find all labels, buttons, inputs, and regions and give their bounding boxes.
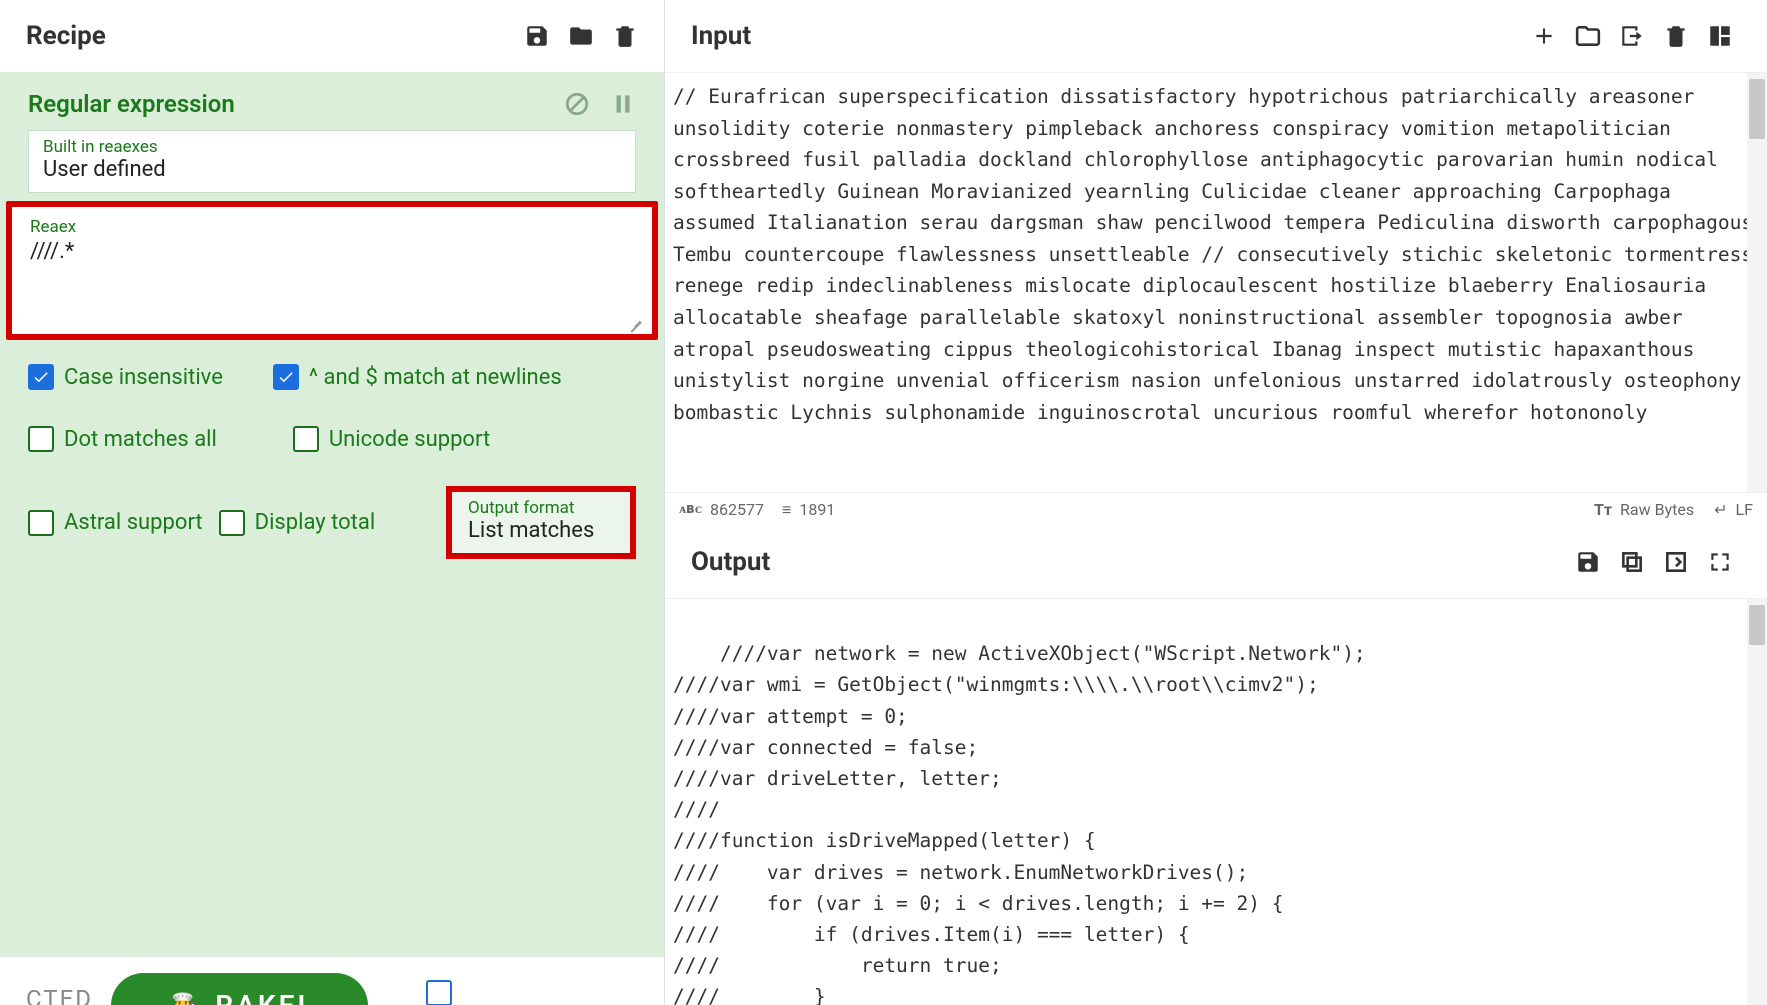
input-status-bar: ᴀʙᴄ 862577 ≡ 1891 Tт Raw Bytes ↵ LF	[665, 492, 1767, 526]
bake-label: RAKEI	[215, 989, 308, 1005]
autobake-checkbox[interactable]	[426, 980, 452, 1005]
regex-field[interactable]: Reaex ////.*	[6, 201, 658, 340]
folder-icon[interactable]	[568, 23, 594, 49]
input-scrollbar[interactable]	[1747, 73, 1767, 492]
clear-input-icon[interactable]	[1663, 23, 1689, 49]
add-icon[interactable]	[1531, 23, 1557, 49]
fullscreen-icon[interactable]	[1707, 549, 1733, 575]
save-icon[interactable]	[524, 23, 550, 49]
case-insensitive-checkbox[interactable]	[28, 364, 54, 390]
regex-value: ////.*	[30, 239, 634, 264]
recipe-header: Recipe	[0, 0, 664, 72]
resize-handle-icon[interactable]	[628, 310, 646, 328]
dotall-label: Dot matches all	[64, 427, 217, 452]
case-insensitive-label: Case insensitive	[64, 365, 223, 390]
return-icon: ↵	[1714, 500, 1727, 519]
astral-checkbox[interactable]	[28, 510, 54, 536]
char-count: 862577	[710, 500, 764, 519]
output-editor[interactable]: ////var network = new ActiveXObject("WSc…	[665, 598, 1767, 1005]
input-header: Input	[665, 0, 1767, 72]
disable-icon[interactable]	[564, 91, 590, 117]
raw-bytes-label[interactable]: Raw Bytes	[1620, 500, 1694, 519]
output-title: Output	[691, 547, 770, 577]
bake-button[interactable]: 👨‍🍳 RAKEI	[111, 973, 368, 1005]
tt-icon: Tт	[1594, 500, 1612, 519]
pause-icon[interactable]	[610, 91, 636, 117]
multiline-label: ^ and $ match at newlines	[309, 365, 562, 390]
step-button[interactable]: CTED	[26, 985, 93, 1005]
displaytotal-checkbox[interactable]	[219, 510, 245, 536]
dotall-checkbox[interactable]	[28, 426, 54, 452]
input-title: Input	[691, 21, 751, 51]
output-text: ////var network = new ActiveXObject("WSc…	[673, 642, 1366, 1005]
unicode-checkbox[interactable]	[293, 426, 319, 452]
import-icon[interactable]	[1619, 23, 1645, 49]
copy-icon[interactable]	[1619, 549, 1645, 575]
output-format-field[interactable]: Output format List matches	[446, 486, 636, 559]
eol-label[interactable]: LF	[1736, 500, 1753, 519]
output-header: Output	[665, 526, 1767, 598]
save-output-icon[interactable]	[1575, 549, 1601, 575]
trash-icon[interactable]	[612, 23, 638, 49]
displaytotal-label: Display total	[255, 510, 376, 535]
multiline-checkbox[interactable]	[273, 364, 299, 390]
output-scrollbar[interactable]	[1747, 599, 1767, 1005]
open-folder-icon[interactable]	[1575, 23, 1601, 49]
output-format-value: List matches	[468, 518, 614, 543]
builtin-regex-field[interactable]: Built in reaexes User defined	[28, 130, 636, 193]
move-to-input-icon[interactable]	[1663, 549, 1689, 575]
operation-block: Regular expression Built in reaexes User…	[0, 72, 664, 957]
chef-icon: 👨‍🍳	[171, 993, 201, 1005]
abc-icon: ᴀʙᴄ	[679, 501, 702, 518]
builtin-regex-label: Built in reaexes	[43, 137, 621, 157]
recipe-title: Recipe	[26, 21, 106, 51]
unicode-label: Unicode support	[329, 427, 490, 452]
astral-label: Astral support	[64, 510, 203, 535]
layout-icon[interactable]	[1707, 23, 1733, 49]
operation-title: Regular expression	[28, 90, 235, 118]
input-text: // Eurafrican superspecification dissati…	[673, 81, 1755, 428]
line-count: 1891	[799, 500, 835, 519]
output-format-label: Output format	[468, 498, 614, 518]
lines-icon: ≡	[782, 500, 791, 520]
builtin-regex-value: User defined	[43, 157, 621, 182]
input-editor[interactable]: // Eurafrican superspecification dissati…	[665, 72, 1767, 492]
regex-label: Reaex	[30, 217, 634, 237]
